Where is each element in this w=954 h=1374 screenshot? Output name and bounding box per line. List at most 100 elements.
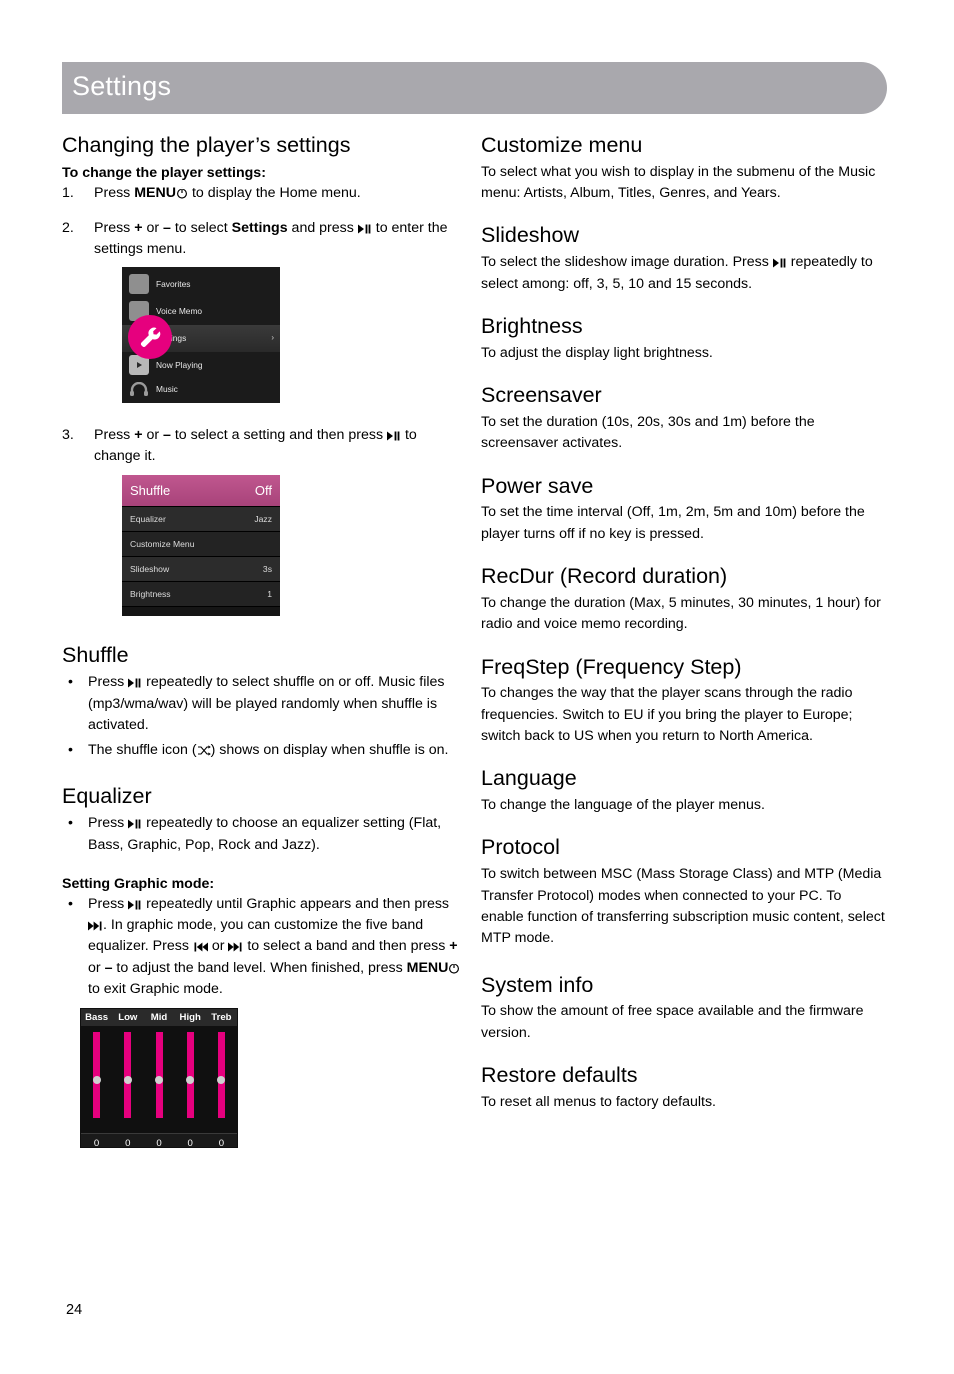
- power-icon: [176, 187, 188, 199]
- equalizer-graphic-screenshot: Bass Low Mid High Treb 0 0 0 0 0: [80, 1008, 238, 1149]
- body-language: To change the language of the player men…: [481, 797, 765, 814]
- graphic-p8: to exit Graphic mode.: [88, 981, 223, 998]
- shuffle-bullet-2-pre: The shuffle icon (: [88, 742, 197, 759]
- settings-row-label-1: Equalizer: [130, 513, 166, 524]
- step-2-mid-a: or: [142, 220, 164, 237]
- eq-band-label-1: Low: [118, 1012, 138, 1024]
- body-screensaver: To set the duration (10s, 20s, 30s and 1…: [481, 413, 815, 452]
- home-menu-screenshot: Favorites Voice Memo Settings › Now Play…: [122, 266, 280, 403]
- home-menu-label-3: Now Playing: [156, 359, 203, 370]
- eq-slider-4: [206, 1032, 237, 1127]
- next-icon: [88, 921, 102, 931]
- step-3-mid-b: to select a setting and then press: [170, 426, 388, 443]
- graphic-p2: repeatedly until Graphic appears and the…: [142, 895, 450, 912]
- settings-row-shuffle: Shuffle Off: [122, 475, 280, 508]
- settings-row-label-4: Brightness: [130, 588, 171, 599]
- step-3-number: 3.: [62, 426, 74, 443]
- body-slideshow-pre: To select the slideshow image duration. …: [481, 254, 773, 271]
- graphic-p4: or: [207, 938, 229, 955]
- heading-customize-menu: Customize menu: [481, 133, 643, 157]
- equalizer-band-values: 0 0 0 0 0: [81, 1133, 237, 1148]
- eq-band-label-4: Treb: [211, 1012, 232, 1024]
- left-column: Changing the player’s settings To change…: [62, 132, 462, 1149]
- chevron-right-icon: ›: [271, 333, 274, 343]
- heading-power-save: Power save: [481, 473, 594, 498]
- graphic-bullet-1: • Press repeatedly until Graphic appears…: [62, 894, 462, 1000]
- equalizer-sliders: [81, 1026, 237, 1133]
- shuffle-bullet-2: • The shuffle icon () shows on display w…: [62, 740, 462, 761]
- bullet-dot: •: [68, 742, 73, 759]
- step-1-number: 1.: [62, 184, 74, 201]
- home-menu-item-favorites: Favorites: [122, 271, 280, 298]
- graphic-p7: to adjust the band level. When finished,…: [112, 959, 407, 976]
- equalizer-bullet-1: • Press repeatedly to choose an equalize…: [62, 813, 462, 856]
- eq-band-value-0: 0: [93, 1138, 100, 1149]
- play-pause-icon: [357, 224, 371, 234]
- heading-slideshow: Slideshow: [481, 223, 579, 248]
- heading-protocol: Protocol: [481, 835, 560, 860]
- step-2-mid-c: and press: [287, 220, 358, 237]
- eq-band-value-1: 0: [125, 1138, 131, 1149]
- settings-row-label-0: Shuffle: [130, 483, 171, 499]
- step-3-mid-a: or: [142, 426, 164, 443]
- body-brightness: To adjust the display light brightness.: [481, 344, 713, 361]
- eq-band-label-2: Mid: [150, 1012, 168, 1024]
- eq-band-value-4: 0: [218, 1138, 225, 1149]
- page-title: Settings: [72, 71, 172, 101]
- equalizer-bullets: • Press repeatedly to choose an equalize…: [62, 813, 462, 856]
- eq-band-value-3: 0: [187, 1138, 193, 1149]
- eq-band-value-2: 0: [156, 1138, 162, 1149]
- step-2: 2. Press + or – to select Settings and p…: [62, 218, 462, 403]
- settings-row-slideshow: Slideshow 3s: [122, 557, 280, 583]
- right-column: Customize menu To select what you wish t…: [481, 132, 887, 1113]
- graphic-p6: or: [88, 959, 105, 976]
- play-pause-icon: [128, 678, 141, 688]
- graphic-p5: to select a band and then press: [243, 938, 450, 955]
- heading-freqstep: FreqStep (Frequency Step): [481, 654, 742, 679]
- body-recdur: To change the duration (Max, 5 minutes, …: [481, 594, 881, 633]
- play-pause-icon: [772, 258, 786, 268]
- body-system-info: To show the amount of free space availab…: [481, 1003, 864, 1041]
- graphic-mode-bullets: • Press repeatedly until Graphic appears…: [62, 894, 462, 1000]
- play-pause-icon: [128, 819, 141, 829]
- settings-menu-screenshot: Shuffle Off Equalizer Jazz Customize Men…: [122, 475, 280, 617]
- settings-row-label-2: Customize Menu: [130, 538, 195, 549]
- step-1-bold: MENU: [134, 184, 176, 201]
- next-icon: [228, 942, 242, 952]
- step-1-post: to display the Home menu.: [188, 184, 361, 201]
- settings-row-label-3: Slideshow: [130, 563, 170, 574]
- heading-changing-settings: Changing the player’s settings: [62, 133, 351, 157]
- home-menu-item-music: Music: [122, 376, 280, 403]
- prev-icon: [194, 942, 208, 952]
- body-restore-defaults: To reset all menus to factory defaults.: [481, 1093, 716, 1110]
- settings-row-value-3: 3s: [262, 563, 272, 574]
- wrench-icon: [140, 327, 161, 347]
- step-3-bold-a: +: [134, 426, 143, 443]
- settings-row-value-4: 1: [267, 588, 272, 599]
- step-2-number: 2.: [62, 220, 74, 237]
- settings-row-value-1: Jazz: [254, 513, 272, 524]
- eq-band-label-0: Bass: [85, 1012, 109, 1024]
- shuffle-bullet-1-post: repeatedly to select shuffle on or off. …: [88, 674, 445, 733]
- shuffle-bullet-1-pre: Press: [88, 674, 129, 691]
- step-3-text-a: Press: [94, 426, 135, 443]
- lead-to-change-settings: To change the player settings:: [62, 164, 266, 181]
- shuffle-bullets: • Press repeatedly to select shuffle on …: [62, 672, 462, 761]
- steps-list: 1. Press MENU to display the Home menu. …: [62, 183, 462, 617]
- heading-recdur: RecDur (Record duration): [481, 564, 728, 589]
- eq-slider-3: [175, 1032, 206, 1127]
- equalizer-bullet-pre: Press: [88, 815, 129, 832]
- heading-restore-defaults: Restore defaults: [481, 1062, 638, 1087]
- heading-shuffle: Shuffle: [62, 643, 129, 668]
- bullet-dot: •: [68, 815, 73, 832]
- heading-screensaver: Screensaver: [481, 383, 602, 408]
- body-power-save: To set the time interval (Off, 1m, 2m, 5…: [481, 504, 865, 542]
- settings-row-brightness: Brightness 1: [122, 582, 280, 608]
- step-2-text-a: Press: [94, 220, 135, 237]
- step-3: 3. Press + or – to select a setting and …: [62, 425, 462, 617]
- bullet-dot: •: [68, 895, 73, 912]
- page-number: 24: [66, 1302, 83, 1318]
- step-1: 1. Press MENU to display the Home menu.: [62, 183, 462, 204]
- graphic-b1: +: [449, 938, 458, 955]
- home-menu-label-0: Favorites: [156, 278, 191, 289]
